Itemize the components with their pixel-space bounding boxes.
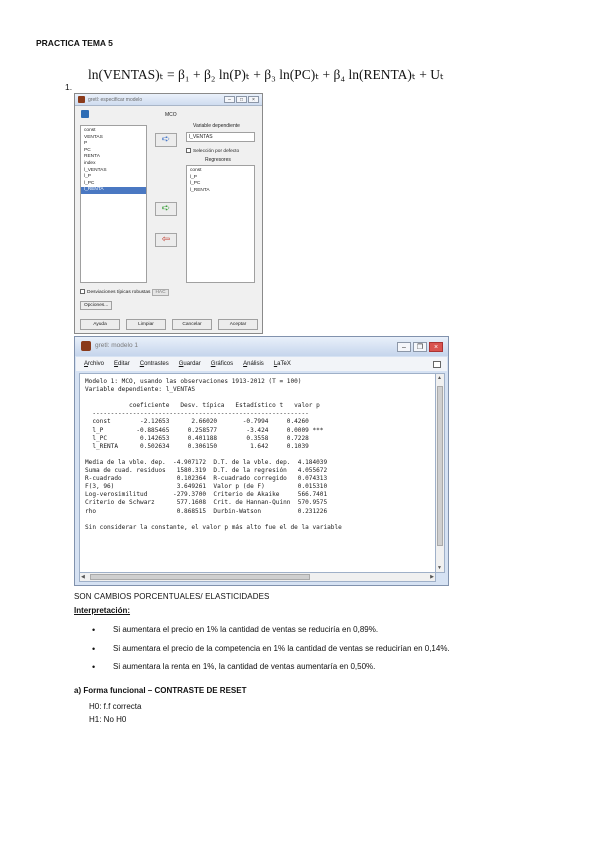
checkbox-box[interactable]	[186, 148, 191, 153]
coef-table-rule: ----------------------------------------…	[85, 410, 309, 418]
stat-row: Media de la vble. dep. -4.907172 D.T. de…	[85, 458, 328, 466]
regressors-list[interactable]: const l_P l_PC l_RENTA	[186, 165, 255, 283]
coef-row: l_P -0.885465 0.258577 -3.424 0.0009 ***	[85, 426, 324, 434]
document-title: PRACTICA TEMA 5	[36, 38, 113, 48]
stat-row: Log-verosimilitud -279.3700 Criterio de …	[85, 491, 328, 499]
model-line: Modelo 1: MCO, usando las observaciones …	[85, 378, 302, 385]
variable-item[interactable]: const	[84, 128, 143, 135]
close-button[interactable]: ×	[429, 342, 443, 352]
regressor-item[interactable]: l_RENTA	[190, 188, 251, 195]
interpretation-item: Si aumentara el precio en 1% la cantidad…	[92, 621, 450, 640]
accept-button[interactable]: Aceptar	[218, 319, 258, 330]
interpretation-heading: Interpretación:	[74, 606, 131, 615]
default-selection-checkbox[interactable]: Selección por defecto	[186, 148, 239, 154]
variable-item[interactable]: l_P	[84, 174, 143, 181]
dialog-window-controls: – □ ×	[224, 96, 259, 103]
stat-row: F(3, 96) 3.649261 Valor p (de F) 0.01531…	[85, 483, 328, 491]
scroll-right-icon[interactable]: ▶	[430, 574, 434, 580]
menu-analisis[interactable]: Análisis	[243, 361, 264, 367]
options-button[interactable]: Opciones...	[80, 301, 113, 310]
summary-stats: Media de la vble. dep. -4.907172 D.T. de…	[85, 459, 430, 516]
scrollbar-thumb[interactable]	[90, 574, 310, 580]
scroll-left-icon[interactable]: ◀	[81, 574, 85, 580]
stat-row: R-cuadrado 0.102364 R-cuadrado corregido…	[85, 475, 328, 483]
robust-se-label: Desviaciones típicas robustas	[87, 290, 151, 295]
variable-item[interactable]: VENTAS	[84, 135, 143, 142]
variable-list[interactable]: const VENTAS P PC RENTA index l_VENTAS l_P l_PC l…	[80, 125, 147, 283]
robust-se-checkbox[interactable]: Desviaciones típicas robustas HAC	[80, 289, 169, 296]
menu-latex[interactable]: LaTeX	[274, 361, 291, 367]
coef-table-rows: const -2.12653 2.66020 -0.7994 0.4260 l_…	[85, 418, 430, 450]
model-formula: ln(VENTAS)ₜ = β₁ + β₂ ln(P)ₜ + β₃ ln(PC)…	[88, 67, 444, 82]
stat-row: Criterio de Schwarz 577.1608 Crit. de Ha…	[85, 499, 328, 507]
coef-row: const -2.12653 2.66020 -0.7994 0.4260	[85, 418, 309, 426]
regressor-item[interactable]: const	[190, 168, 251, 175]
dependent-variable-field[interactable]: l_VENTAS	[186, 132, 255, 142]
maximize-button[interactable]: □	[236, 96, 247, 103]
scroll-up-icon[interactable]: ▲	[437, 375, 442, 381]
interpretation-list: Si aumentara el precio en 1% la cantidad…	[92, 621, 450, 677]
coef-row: l_PC 0.142653 0.401188 0.3558 0.7228	[85, 434, 309, 442]
dialog-title: gretl: especificar modelo	[88, 97, 143, 103]
checkbox-box[interactable]	[80, 289, 85, 295]
coef-row: l_RENTA 0.502634 0.306150 1.642 0.1039	[85, 442, 309, 450]
clear-button[interactable]: Limpiar	[126, 319, 166, 330]
model-output-text[interactable]: Modelo 1: MCO, usando las observaciones …	[79, 373, 436, 573]
menu-guardar[interactable]: Guardar	[179, 361, 201, 367]
restore-button[interactable]: ❐	[413, 342, 427, 352]
dependent-variable-label: Variable dependiente	[193, 123, 240, 129]
variable-item[interactable]: l_VENTAS	[84, 168, 143, 175]
help-button[interactable]: Ayuda	[80, 319, 120, 330]
default-selection-label: Selección por defecto	[193, 148, 240, 154]
print-icon[interactable]	[433, 360, 441, 368]
vertical-scrollbar[interactable]: ▲ ▼	[436, 373, 445, 573]
model-output-window: gretl: modelo 1 – ❐ × Archivo Editar Con…	[74, 336, 449, 586]
variable-item[interactable]: l_RENTA	[81, 187, 146, 194]
interpretation-item: Si aumentara la renta en 1%, la cantidad…	[92, 658, 450, 677]
remove-regressor-button[interactable]: ⇦	[155, 233, 177, 247]
coef-table-header: coeficiente Desv. típica Estadístico t v…	[85, 402, 320, 410]
output-menubar: Archivo Editar Contrastes Guardar Gráfic…	[76, 357, 447, 371]
dialog-buttons: Ayuda Limpiar Cancelar Aceptar	[80, 319, 258, 330]
close-button[interactable]: ×	[248, 96, 259, 103]
cancel-button[interactable]: Cancelar	[172, 319, 212, 330]
stat-row: rho 0.868515 Durbin-Watson 0.231226	[85, 507, 328, 515]
robust-config-button[interactable]: HAC	[152, 289, 169, 296]
scrollbar-thumb[interactable]	[437, 386, 443, 546]
menu-contrastes[interactable]: Contrastes	[140, 361, 169, 367]
output-footer: Sin considerar la constante, el valor p …	[85, 523, 342, 531]
gretl-app-icon	[78, 96, 85, 103]
variable-item[interactable]: RENTA	[84, 154, 143, 161]
menu-graficos[interactable]: Gráficos	[211, 361, 233, 367]
hypotheses: H0: f.f correcta H1: No H0	[89, 700, 141, 726]
dialog-titlebar: gretl: especificar modelo – □ ×	[75, 94, 262, 106]
item-number: 1.	[65, 82, 73, 92]
horizontal-scrollbar[interactable]: ◀ ▶	[79, 573, 436, 582]
add-regressor-button[interactable]: ➪	[155, 202, 177, 216]
variable-item[interactable]: P	[84, 141, 143, 148]
regressors-label: Regresores	[205, 157, 231, 163]
help-icon[interactable]	[81, 110, 89, 118]
section-a-heading: a) Forma funcional – CONTRASTE DE RESET	[74, 686, 247, 695]
model-spec-dialog: gretl: especificar modelo – □ × MCO cons…	[74, 93, 263, 334]
menu-editar[interactable]: Editar	[114, 361, 130, 367]
estimation-method: MCO	[165, 112, 177, 118]
elasticity-caption: SON CAMBIOS PORCENTUALES/ ELASTICIDADES	[74, 592, 270, 601]
null-hypothesis: H0: f.f correcta	[89, 702, 142, 711]
output-window-controls: – ❐ ×	[397, 342, 443, 352]
output-title: gretl: modelo 1	[95, 342, 138, 349]
output-titlebar: gretl: modelo 1 – ❐ ×	[75, 337, 448, 356]
regressor-item[interactable]: l_PC	[190, 181, 251, 188]
minimize-button[interactable]: –	[397, 342, 411, 352]
minimize-button[interactable]: –	[224, 96, 235, 103]
variable-item[interactable]: index	[84, 161, 143, 168]
interpretation-item: Si aumentara el precio de la competencia…	[92, 640, 450, 659]
dependent-line: Variable dependiente: l_VENTAS	[85, 386, 196, 394]
gretl-app-icon	[81, 341, 91, 351]
menu-archivo[interactable]: Archivo	[84, 361, 104, 367]
scroll-down-icon[interactable]: ▼	[437, 565, 442, 571]
set-dependent-button[interactable]: ➪	[155, 133, 177, 147]
stat-row: Suma de cuad. residuos 1580.319 D.T. de …	[85, 467, 328, 475]
alt-hypothesis: H1: No H0	[89, 715, 127, 724]
